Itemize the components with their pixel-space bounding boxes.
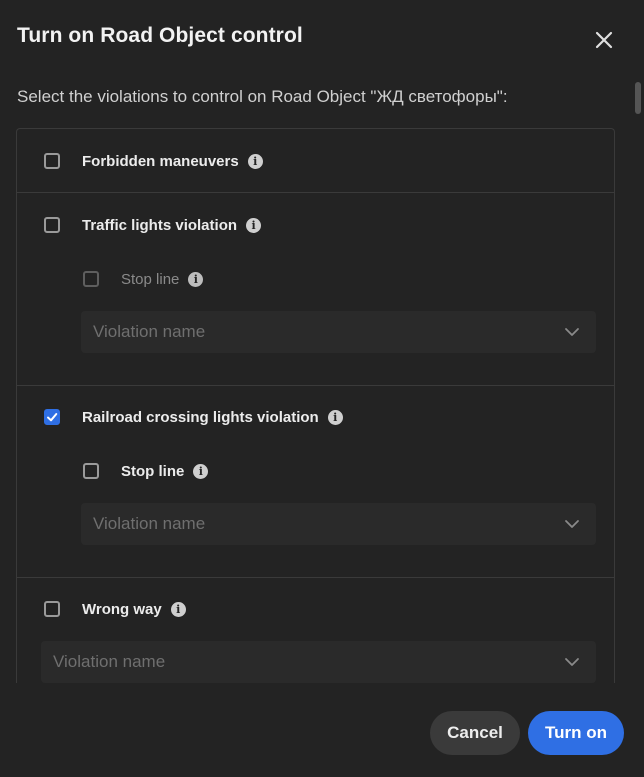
railroad-crossing-checkbox[interactable] [44, 409, 60, 425]
info-icon[interactable]: i [246, 217, 262, 233]
violation-section-traffic-lights: Traffic lights violation i Stop line i V… [17, 193, 614, 386]
stop-line-label: Stop line [121, 462, 185, 480]
info-icon[interactable]: i [247, 153, 263, 169]
violation-label: Forbidden maneuvers [82, 152, 239, 170]
violation-section-wrong-way: Wrong way i Violation name [17, 577, 614, 683]
chevron-down-icon [565, 520, 579, 528]
wrong-way-checkbox[interactable] [44, 601, 60, 617]
close-button[interactable] [590, 26, 618, 54]
stop-line-row: Stop line i [83, 267, 204, 291]
stop-line-row: Stop line i [83, 459, 209, 483]
violation-row: Wrong way i [44, 597, 186, 621]
turn-on-button[interactable]: Turn on [528, 711, 624, 755]
violation-name-select[interactable]: Violation name [81, 311, 596, 353]
stop-line-checkbox[interactable] [83, 463, 99, 479]
violation-name-select[interactable]: Violation name [41, 641, 596, 683]
violation-label: Railroad crossing lights violation [82, 408, 319, 426]
check-icon [47, 413, 58, 422]
info-icon[interactable]: i [188, 271, 204, 287]
violation-row: Traffic lights violation i [44, 213, 262, 237]
scrollbar[interactable] [635, 82, 641, 114]
violation-name-select[interactable]: Violation name [81, 503, 596, 545]
select-placeholder: Violation name [93, 322, 206, 341]
info-icon[interactable]: i [170, 601, 186, 617]
violations-list: Forbidden maneuvers i Traffic lights vio… [16, 128, 615, 683]
violation-row: Railroad crossing lights violation i [44, 405, 343, 429]
stop-line-checkbox[interactable] [83, 271, 99, 287]
violation-row: Forbidden maneuvers i [44, 149, 263, 173]
select-placeholder: Violation name [53, 652, 166, 671]
violation-section-railroad-crossing: Railroad crossing lights violation i Sto… [17, 385, 614, 578]
violation-section-forbidden-maneuvers: Forbidden maneuvers i [17, 129, 614, 193]
violation-label: Wrong way [82, 600, 162, 618]
dialog-subtitle: Select the violations to control on Road… [17, 87, 508, 106]
traffic-lights-checkbox[interactable] [44, 217, 60, 233]
info-icon[interactable]: i [193, 463, 209, 479]
violation-label: Traffic lights violation [82, 216, 238, 234]
dialog-title: Turn on Road Object control [17, 24, 303, 47]
chevron-down-icon [565, 658, 579, 666]
forbidden-maneuvers-checkbox[interactable] [44, 153, 60, 169]
info-icon[interactable]: i [327, 409, 343, 425]
chevron-down-icon [565, 328, 579, 336]
stop-line-label: Stop line [121, 270, 180, 288]
close-icon [595, 31, 613, 49]
turn-on-control-dialog: Turn on Road Object control Select the v… [0, 0, 644, 777]
cancel-button[interactable]: Cancel [430, 711, 520, 755]
select-placeholder: Violation name [93, 514, 206, 533]
